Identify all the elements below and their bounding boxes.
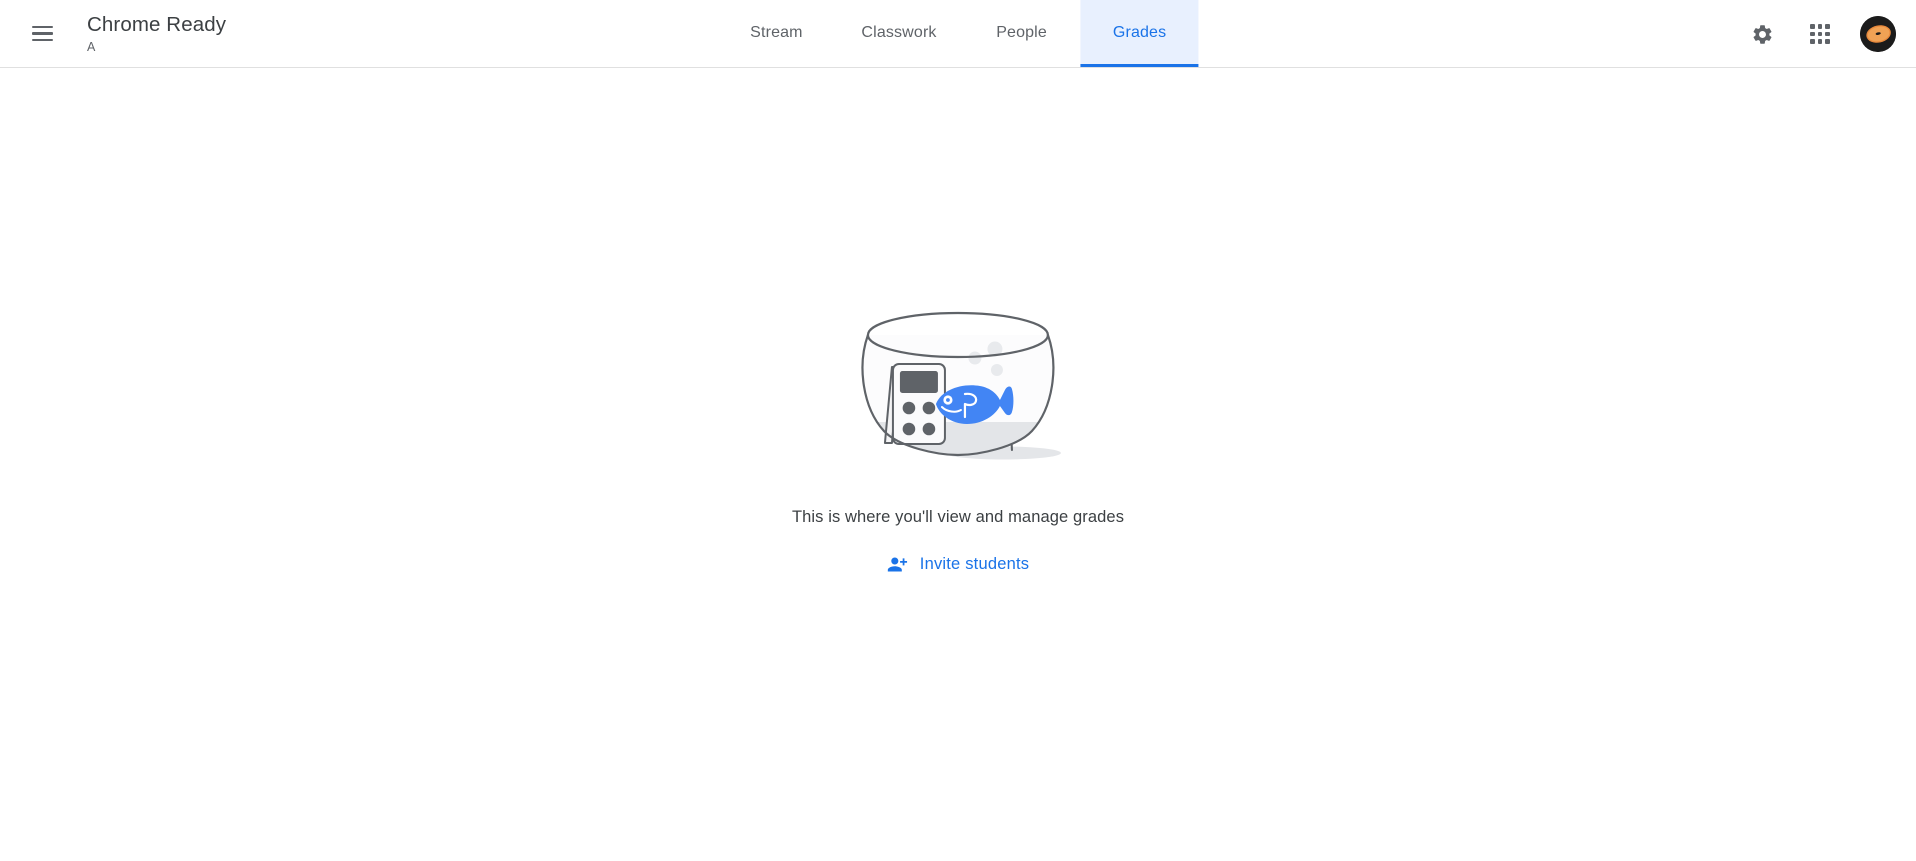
apps-grid-icon <box>1810 24 1830 44</box>
avatar-image <box>1860 16 1896 52</box>
gear-icon <box>1753 24 1771 44</box>
fishbowl-with-calculator-and-fish-illustration <box>861 311 1061 460</box>
invite-students-label: Invite students <box>919 555 1030 573</box>
avatar <box>1860 16 1896 52</box>
tab-stream[interactable]: Stream <box>717 0 835 67</box>
settings-button[interactable] <box>1740 12 1784 56</box>
course-title-block[interactable]: Chrome Ready A <box>87 12 226 56</box>
hamburger-menu-icon <box>31 32 53 35</box>
empty-state-title: This is where you'll view and manage gra… <box>791 508 1125 526</box>
hamburger-menu-icon <box>31 38 53 42</box>
tab-people[interactable]: People <box>963 0 1081 67</box>
account-avatar-button[interactable] <box>1858 14 1898 54</box>
grades-empty-state: This is where you'll view and manage gra… <box>792 300 1124 581</box>
hamburger-menu-icon <box>31 25 53 29</box>
page-title: Chrome Ready <box>87 12 227 36</box>
course-tab-bar: Stream Classwork People Grades <box>717 0 1199 67</box>
main-content: This is where you'll view and manage gra… <box>0 68 1916 861</box>
apps-launcher-button[interactable] <box>1798 12 1842 56</box>
tab-classwork[interactable]: Classwork <box>835 0 962 67</box>
hamburger-menu-button[interactable] <box>18 10 66 58</box>
person-add-icon <box>887 557 907 572</box>
app-header: Chrome Ready A Stream Classwork People G… <box>0 0 1916 68</box>
header-actions <box>1740 0 1898 68</box>
course-section-label: A <box>87 39 96 54</box>
tab-grades[interactable]: Grades <box>1080 0 1199 67</box>
invite-students-button[interactable]: Invite students <box>877 548 1039 581</box>
